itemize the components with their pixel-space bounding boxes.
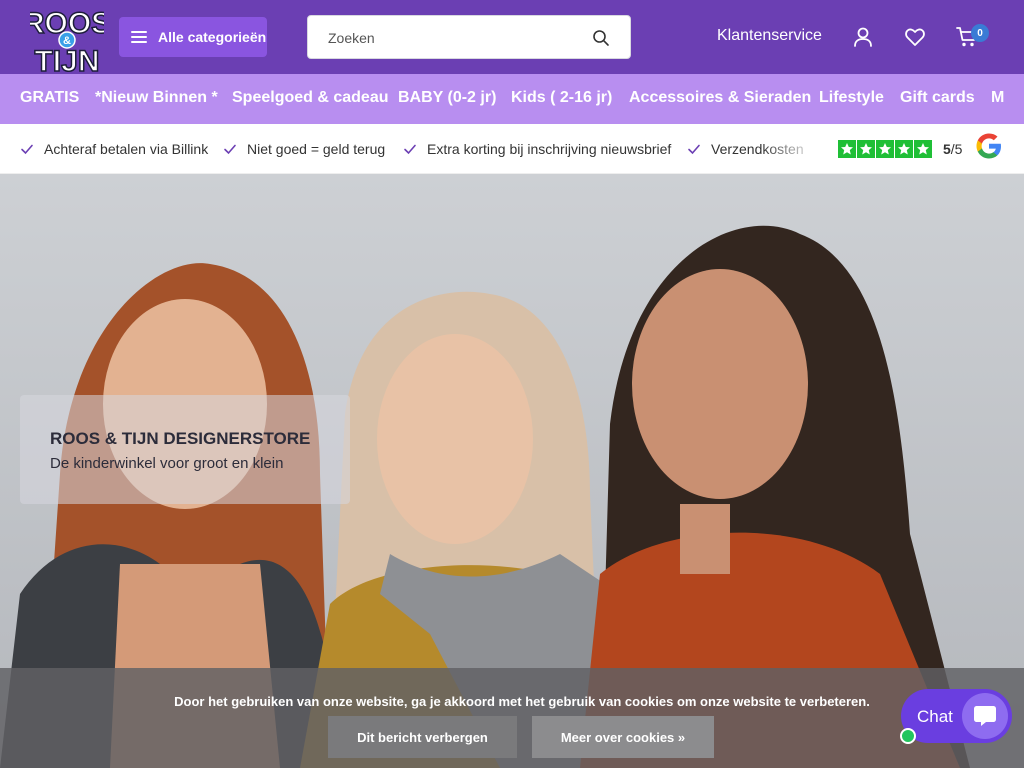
cart-count-badge: 0 xyxy=(971,24,989,42)
usp-item: Extra korting bij inschrijving nieuwsbri… xyxy=(403,141,671,157)
search-box xyxy=(307,15,631,59)
usp-item: Achteraf betalen via Billink xyxy=(20,141,208,157)
star-icon xyxy=(838,140,856,158)
more-about-cookies-button[interactable]: Meer over cookies » xyxy=(532,716,714,758)
search-input[interactable] xyxy=(328,28,578,48)
search-icon[interactable] xyxy=(592,29,610,47)
nav-item-gratis[interactable]: GRATIS xyxy=(20,89,79,107)
hero-title: ROOS & TIJN DESIGNERSTORE xyxy=(50,429,311,448)
nav-item-gift-cards[interactable]: Gift cards xyxy=(900,89,975,107)
star-icon xyxy=(895,140,913,158)
hide-cookie-message-button[interactable]: Dit bericht verbergen xyxy=(328,716,517,758)
all-categories-button[interactable]: Alle categorieën xyxy=(119,17,267,57)
roos-tijn-logo[interactable]: ROOS & TIJN xyxy=(30,3,104,73)
star-icon xyxy=(914,140,932,158)
rating-score: 5 xyxy=(943,141,951,157)
main-navigation: GRATIS *Nieuw Binnen * Speelgoed & cadea… xyxy=(0,74,1024,124)
check-icon xyxy=(224,144,236,155)
chat-bubble-icon xyxy=(962,693,1008,739)
cookie-banner: Door het gebruiken van onze website, ga … xyxy=(0,668,1024,768)
logo-graphic: ROOS & TIJN xyxy=(30,3,104,73)
site-header: ROOS & TIJN Alle categorieën Klantenserv… xyxy=(0,0,1024,74)
nav-item-more[interactable]: M xyxy=(991,89,1004,107)
nav-item-lifestyle[interactable]: Lifestyle xyxy=(819,89,884,107)
customer-service-link[interactable]: Klantenservice xyxy=(717,27,822,45)
menu-icon xyxy=(131,31,147,43)
usp-label: Niet goed = geld terug xyxy=(247,141,386,157)
check-icon xyxy=(688,144,700,155)
cookie-message: Door het gebruiken van onze website, ga … xyxy=(174,694,870,709)
nav-item-accessoires[interactable]: Accessoires & Sieraden xyxy=(629,89,811,107)
heart-icon[interactable] xyxy=(903,25,927,49)
review-stars[interactable] xyxy=(838,140,932,158)
usp-label: Achteraf betalen via Billink xyxy=(44,141,209,157)
usp-label: Extra korting bij inschrijving nieuwsbri… xyxy=(427,141,672,157)
rating-max: /5 xyxy=(950,141,963,157)
nav-item-kids[interactable]: Kids ( 2-16 jr) xyxy=(511,89,612,107)
hero-caption-card: ROOS & TIJN DESIGNERSTORE De kinderwinke… xyxy=(20,395,350,504)
google-icon[interactable] xyxy=(974,131,1004,161)
usp-item: Niet goed = geld terug xyxy=(223,141,385,157)
review-rating: 5/5 xyxy=(943,141,962,157)
star-icon xyxy=(857,140,875,158)
chat-label: Chat xyxy=(917,707,953,726)
star-icon xyxy=(876,140,894,158)
user-icon[interactable] xyxy=(851,25,875,49)
check-icon xyxy=(21,144,33,155)
check-icon xyxy=(404,144,416,155)
usp-fade-overlay xyxy=(760,124,820,173)
hero-subtitle: De kinderwinkel voor groot en klein xyxy=(50,455,284,472)
chat-widget-button[interactable]: Chat xyxy=(901,689,1012,743)
all-categories-label: Alle categorieën xyxy=(158,29,267,45)
online-status-dot xyxy=(900,728,916,744)
nav-item-speelgoed[interactable]: Speelgoed & cadeau xyxy=(232,89,389,107)
logo-text-tijn: TIJN xyxy=(34,45,99,73)
nav-item-nieuw-binnen[interactable]: *Nieuw Binnen * xyxy=(95,89,218,107)
nav-item-baby[interactable]: BABY (0-2 jr) xyxy=(398,89,496,107)
